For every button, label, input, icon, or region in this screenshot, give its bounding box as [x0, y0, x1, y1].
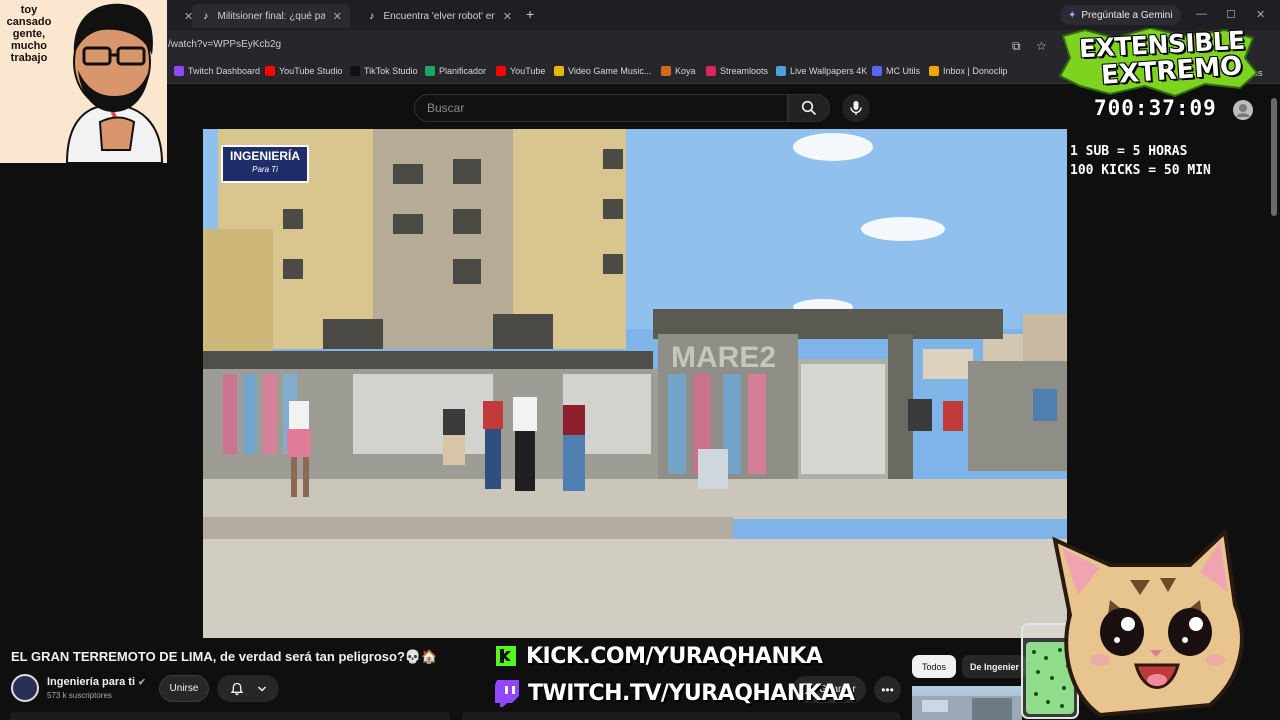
- video-title: EL GRAN TERREMOTO DE LIMA, de verdad ser…: [11, 649, 438, 664]
- bookmark-video-game-music[interactable]: Video Game Music...: [554, 66, 651, 76]
- extensible-extremo-logo: EXTENSIBLE EXTREMO: [1055, 26, 1260, 98]
- twitch-url: TWITCH.TV/YURAQHANKAA: [528, 680, 855, 706]
- bookmark-live-wallpapers[interactable]: Live Wallpapers 4K: [776, 66, 867, 76]
- gemini-sparkle-icon: ✦: [1068, 9, 1077, 21]
- notifications-button[interactable]: [217, 675, 279, 702]
- koya-icon: [661, 66, 671, 76]
- bookmark-koya[interactable]: Koya: [661, 66, 696, 76]
- join-button[interactable]: Unirse: [159, 675, 209, 702]
- bookmark-youtube-studio[interactable]: YouTube Studio: [265, 66, 342, 76]
- search-button[interactable]: [788, 94, 830, 122]
- streamloots-icon: [706, 66, 716, 76]
- chevron-down-icon: [257, 685, 266, 692]
- scrollbar-thumb[interactable]: [1271, 98, 1277, 216]
- music-icon: [554, 66, 564, 76]
- twitch-banner: TWITCH.TV/YURAQHANKAA: [494, 676, 855, 710]
- wallpaper-icon: [776, 66, 786, 76]
- kick-banner: KICK.COM/YURAQHANKA: [496, 642, 823, 670]
- new-tab-button[interactable]: +: [526, 6, 534, 22]
- twitch-logo-icon: [495, 680, 519, 707]
- install-app-icon[interactable]: ⧉: [1012, 39, 1021, 54]
- close-icon[interactable]: ✕: [503, 10, 512, 23]
- search-box: [414, 94, 788, 122]
- bookmark-twitch-dashboard[interactable]: Twitch Dashboard: [174, 66, 260, 76]
- kick-url: KICK.COM/YURAQHANKA: [526, 643, 823, 669]
- bookmark-star-icon[interactable]: ☆: [1036, 39, 1047, 53]
- more-actions-button[interactable]: •••: [874, 676, 901, 703]
- channel-avatar[interactable]: [11, 674, 39, 702]
- tab-tiktok-search[interactable]: ♪ Encuentra 'elver robot' en TikTo ✕: [358, 4, 520, 28]
- video-player[interactable]: MARE2 INGENIERÍA Para Ti: [203, 129, 1067, 638]
- bookmark-planificador[interactable]: Planificador: [425, 66, 486, 76]
- webcam-overlay: toy cansado gente, mucho trabajo: [0, 0, 167, 163]
- recommended-video-thumbnail[interactable]: [912, 686, 1022, 720]
- kick-logo-icon: [496, 646, 516, 666]
- minimize-icon[interactable]: —: [1196, 8, 1207, 20]
- below-video-strip: [0, 712, 900, 720]
- video-frame: MARE2: [203, 129, 1067, 638]
- gemini-label: Pregúntale a Gemini: [1081, 9, 1173, 21]
- subscriber-count: 573 k suscriptores: [47, 691, 112, 700]
- rule-subs: 1 SUB = 5 HORAS: [1070, 144, 1188, 159]
- description-box-edge: [10, 712, 450, 720]
- bookmark-mc-utils[interactable]: MC Utils: [872, 66, 920, 76]
- close-icon[interactable]: ✕: [333, 10, 342, 23]
- streamer-cartoon-avatar: [65, 3, 164, 163]
- youtube-icon: [496, 66, 506, 76]
- bell-icon: [230, 682, 243, 695]
- channel-logo-watermark: INGENIERÍA Para Ti: [221, 145, 309, 183]
- browser-tab-bar: ✕ ♪ Militsioner final: ¿qué pasa si u ✕ …: [0, 0, 1280, 30]
- tiktok-icon: ♪: [203, 10, 209, 22]
- verified-icon: ✔: [138, 677, 146, 687]
- twitch-icon: [174, 66, 184, 76]
- description-box-edge: [462, 712, 900, 720]
- microphone-icon: [850, 101, 862, 115]
- voice-search-button[interactable]: [842, 94, 870, 122]
- tiktok-icon: ♪: [369, 10, 375, 22]
- subathon-timer: 700:37:09: [1094, 96, 1217, 120]
- channel-name[interactable]: Ingeniería para ti ✔: [47, 676, 146, 688]
- mc-utils-icon: [872, 66, 882, 76]
- more-horizontal-icon: •••: [881, 682, 894, 697]
- maximize-icon[interactable]: ☐: [1226, 8, 1236, 21]
- youtube-icon: [265, 66, 275, 76]
- bookmark-youtube[interactable]: YouTube: [496, 66, 545, 76]
- rule-kicks: 100 KICKS = 50 MIN: [1070, 163, 1211, 178]
- search-input[interactable]: [427, 101, 767, 115]
- chip-all[interactable]: Todos: [912, 655, 957, 678]
- subathon-rules: 1 SUB = 5 HORAS 100 KICKS = 50 MIN: [1070, 142, 1211, 180]
- bookmark-tiktok-studio[interactable]: TikTok Studio: [350, 66, 418, 76]
- bookmark-donoclip[interactable]: Inbox | Donoclip: [929, 66, 1007, 76]
- watermark-line2: Para Ti: [252, 165, 278, 174]
- cat-mascot-sticker: [1052, 527, 1244, 718]
- calendar-icon: [425, 66, 435, 76]
- gemini-button[interactable]: ✦ Pregúntale a Gemini: [1060, 5, 1181, 25]
- tab-label: Militsioner final: ¿qué pasa si u: [217, 10, 325, 22]
- close-window-icon[interactable]: ✕: [1256, 8, 1265, 21]
- tiktok-icon: [350, 66, 360, 76]
- bookmark-streamloots[interactable]: Streamloots: [706, 66, 768, 76]
- user-avatar-icon[interactable]: [1232, 99, 1254, 121]
- watermark-line1: INGENIERÍA: [229, 149, 300, 163]
- search-icon: [801, 100, 817, 116]
- tab-militsioner[interactable]: ♪ Militsioner final: ¿qué pasa si u ✕: [192, 4, 350, 28]
- tab-label: Encuentra 'elver robot' en TikTo: [383, 10, 495, 22]
- url-field[interactable]: /watch?v=WPPsEyKcb2g: [168, 39, 281, 50]
- wall-sign: MARE2: [671, 341, 776, 374]
- webcam-status-text: toy cansado gente, mucho trabajo: [6, 4, 52, 64]
- donoclip-icon: [929, 66, 939, 76]
